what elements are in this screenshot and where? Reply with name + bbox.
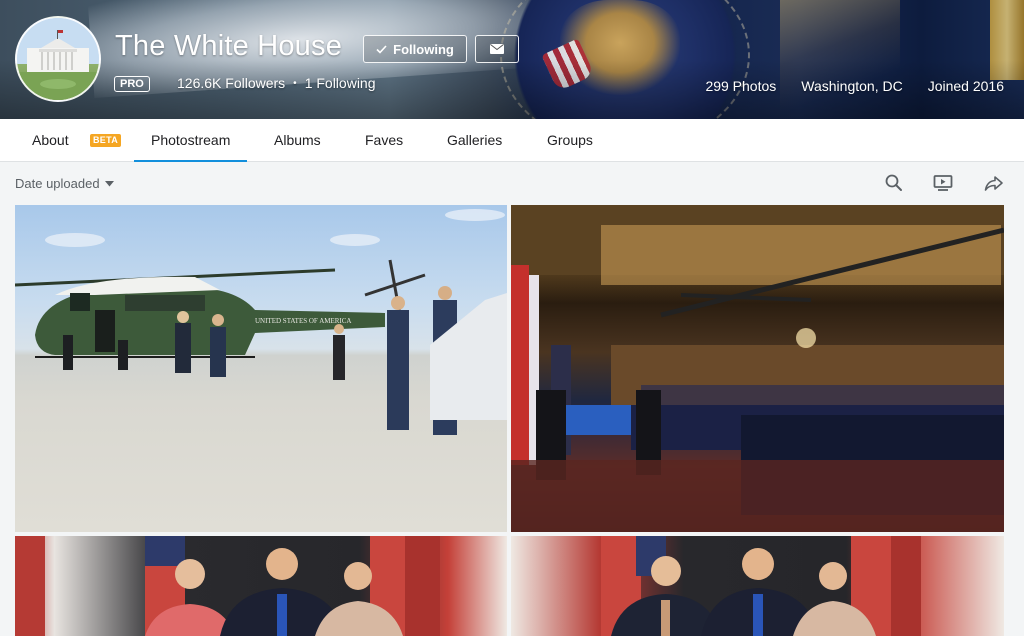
separator-dot: • xyxy=(293,77,297,89)
tab-about[interactable]: About xyxy=(32,119,69,162)
following-label: Following xyxy=(393,41,454,57)
mail-button[interactable] xyxy=(475,35,519,63)
caret-down-icon xyxy=(104,180,114,186)
profile-stats: 299 Photos Washington, DC Joined 2016 xyxy=(705,78,1004,94)
pro-badge: PRO xyxy=(114,76,150,92)
beta-badge: BETA xyxy=(90,134,122,147)
slideshow-icon[interactable] xyxy=(933,173,953,193)
ballroom-scene xyxy=(511,205,1004,532)
photo-ballroom[interactable] xyxy=(511,205,1004,532)
check-icon xyxy=(376,44,387,54)
photo-portrait-2[interactable] xyxy=(511,536,1004,636)
tab-groups[interactable]: Groups xyxy=(547,119,593,162)
tab-galleries[interactable]: Galleries xyxy=(447,119,502,162)
search-icon[interactable] xyxy=(884,173,904,193)
photo-helicopter[interactable]: UNITED STATES OF AMERICA xyxy=(15,205,507,532)
portrait-scene-1 xyxy=(15,536,440,636)
tab-photostream[interactable]: Photostream xyxy=(134,119,248,162)
portrait-scene-2 xyxy=(601,536,921,636)
followers-count[interactable]: 126.6K Followers xyxy=(177,75,285,91)
white-house-avatar-icon xyxy=(17,18,99,100)
photo-count: 299 Photos xyxy=(705,78,777,94)
share-icon[interactable] xyxy=(984,173,1004,193)
photo-portrait-1[interactable] xyxy=(15,536,507,636)
profile-tabs: About BETA Photostream Albums Faves Gall… xyxy=(0,119,1024,162)
avatar[interactable] xyxy=(15,16,101,102)
svg-text:UNITED STATES OF AMERICA: UNITED STATES OF AMERICA xyxy=(255,317,351,325)
joined-date: Joined 2016 xyxy=(927,78,1004,94)
follow-counts: 126.6K Followers • 1 Following xyxy=(177,75,376,91)
page-title: The White House xyxy=(115,30,343,62)
tab-faves[interactable]: Faves xyxy=(365,119,403,162)
following-count[interactable]: 1 Following xyxy=(305,75,376,91)
sort-dropdown[interactable]: Date uploaded xyxy=(15,176,114,191)
helicopter-scene: UNITED STATES OF AMERICA xyxy=(15,209,507,435)
mail-icon xyxy=(490,44,504,54)
following-button[interactable]: Following xyxy=(363,35,467,63)
tab-albums[interactable]: Albums xyxy=(274,119,321,162)
location: Washington, DC xyxy=(801,78,903,94)
sort-label: Date uploaded xyxy=(15,176,100,191)
